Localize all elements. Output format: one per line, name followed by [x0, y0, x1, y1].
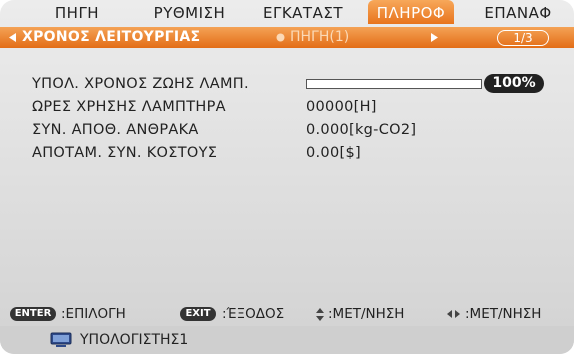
- current-source-label: ΥΠΟΛΟΓΙΣΤΗΣ1: [80, 332, 189, 348]
- carbon-savings-label: ΣΥΝ. ΑΠΟΘ. ΑΝΘΡΑΚΑ: [32, 122, 199, 138]
- lamp-hours-row: ΩΡΕΣ ΧΡΗΣΗΣ ΛΑΜΠΤΗΡΑ 00000[H]: [0, 96, 574, 118]
- cost-savings-value: 0.00[$]: [306, 145, 361, 161]
- up-down-arrows-icon: [316, 308, 324, 321]
- page-indicator: 1/3: [497, 30, 549, 46]
- sub-tab-usage-time[interactable]: ΧΡΟΝΟΣ ΛΕΙΤΟΥΡΓΙΑΣ: [22, 27, 200, 48]
- tab-reset[interactable]: ΕΠΑΝΑΦ: [474, 0, 562, 24]
- help-bar: ENTER :ΕΠΙΛΟΓΗ EXIT :ΈΞΟΔΟΣ :ΜΕΤ/ΝΗΣΗ :Μ…: [0, 303, 574, 325]
- enter-help-text: :ΕΠΙΛΟΓΗ: [61, 306, 126, 322]
- tab-setup[interactable]: ΡΥΘΜΙΣΗ: [142, 0, 237, 24]
- lamp-life-label: ΥΠΟΛ. ΧΡΟΝΟΣ ΖΩΗΣ ΛΑΜΠ.: [32, 76, 249, 92]
- updown-help-text: :ΜΕΤ/ΝΗΣΗ: [328, 306, 405, 322]
- tab-info[interactable]: ΠΛΗΡΟΦ: [368, 0, 454, 24]
- cost-savings-label: ΑΠΟΤΑΜ. ΣΥΝ. ΚΟΣΤΟΥΣ: [32, 145, 218, 161]
- arrow-left-icon[interactable]: [9, 33, 16, 42]
- carbon-savings-value: 0.000[kg-CO2]: [306, 122, 417, 138]
- carbon-savings-row: ΣΥΝ. ΑΠΟΘ. ΑΝΘΡΑΚΑ 0.000[kg-CO2]: [0, 119, 574, 141]
- tab-installation[interactable]: ΕΓΚΑΤΑΣΤ: [253, 0, 353, 24]
- enter-key-icon: ENTER: [10, 307, 56, 321]
- lamp-life-value: 100%: [484, 74, 544, 93]
- status-bar: ΥΠΟΛΟΓΙΣΤΗΣ1: [0, 326, 574, 354]
- exit-help-text: :ΈΞΟΔΟΣ: [222, 306, 285, 322]
- dot-icon: [276, 33, 285, 42]
- cost-savings-row: ΑΠΟΤΑΜ. ΣΥΝ. ΚΟΣΤΟΥΣ 0.00[$]: [0, 142, 574, 164]
- lamp-hours-value: 00000[H]: [306, 99, 377, 115]
- top-menu: ΠΗΓΗ ΡΥΘΜΙΣΗ ΕΓΚΑΤΑΣΤ ΠΛΗΡΟΦ ΕΠΑΝΑΦ: [0, 0, 574, 24]
- projector-osd-menu: ΠΗΓΗ ΡΥΘΜΙΣΗ ΕΓΚΑΤΑΣΤ ΠΛΗΡΟΦ ΕΠΑΝΑΦ ΧΡΟΝ…: [0, 0, 574, 354]
- tab-source[interactable]: ΠΗΓΗ: [42, 0, 112, 24]
- leftright-help-text: :ΜΕΤ/ΝΗΣΗ: [465, 306, 542, 322]
- computer-icon: [50, 332, 72, 347]
- exit-key-icon: EXIT: [180, 307, 216, 321]
- lamp-hours-label: ΩΡΕΣ ΧΡΗΣΗΣ ΛΑΜΠΤΗΡΑ: [32, 99, 226, 115]
- arrow-right-icon[interactable]: [431, 33, 438, 42]
- left-right-arrows-icon: [447, 310, 460, 318]
- lamp-life-bar: [306, 79, 482, 89]
- lamp-life-fill: [307, 80, 481, 88]
- lamp-life-row: ΥΠΟΛ. ΧΡΟΝΟΣ ΖΩΗΣ ΛΑΜΠ. 100%: [0, 73, 574, 95]
- sub-menu-bar: ΧΡΟΝΟΣ ΛΕΙΤΟΥΡΓΙΑΣ ΠΗΓΗ(1) 1/3: [0, 27, 574, 48]
- sub-tab-source[interactable]: ΠΗΓΗ(1): [290, 27, 349, 48]
